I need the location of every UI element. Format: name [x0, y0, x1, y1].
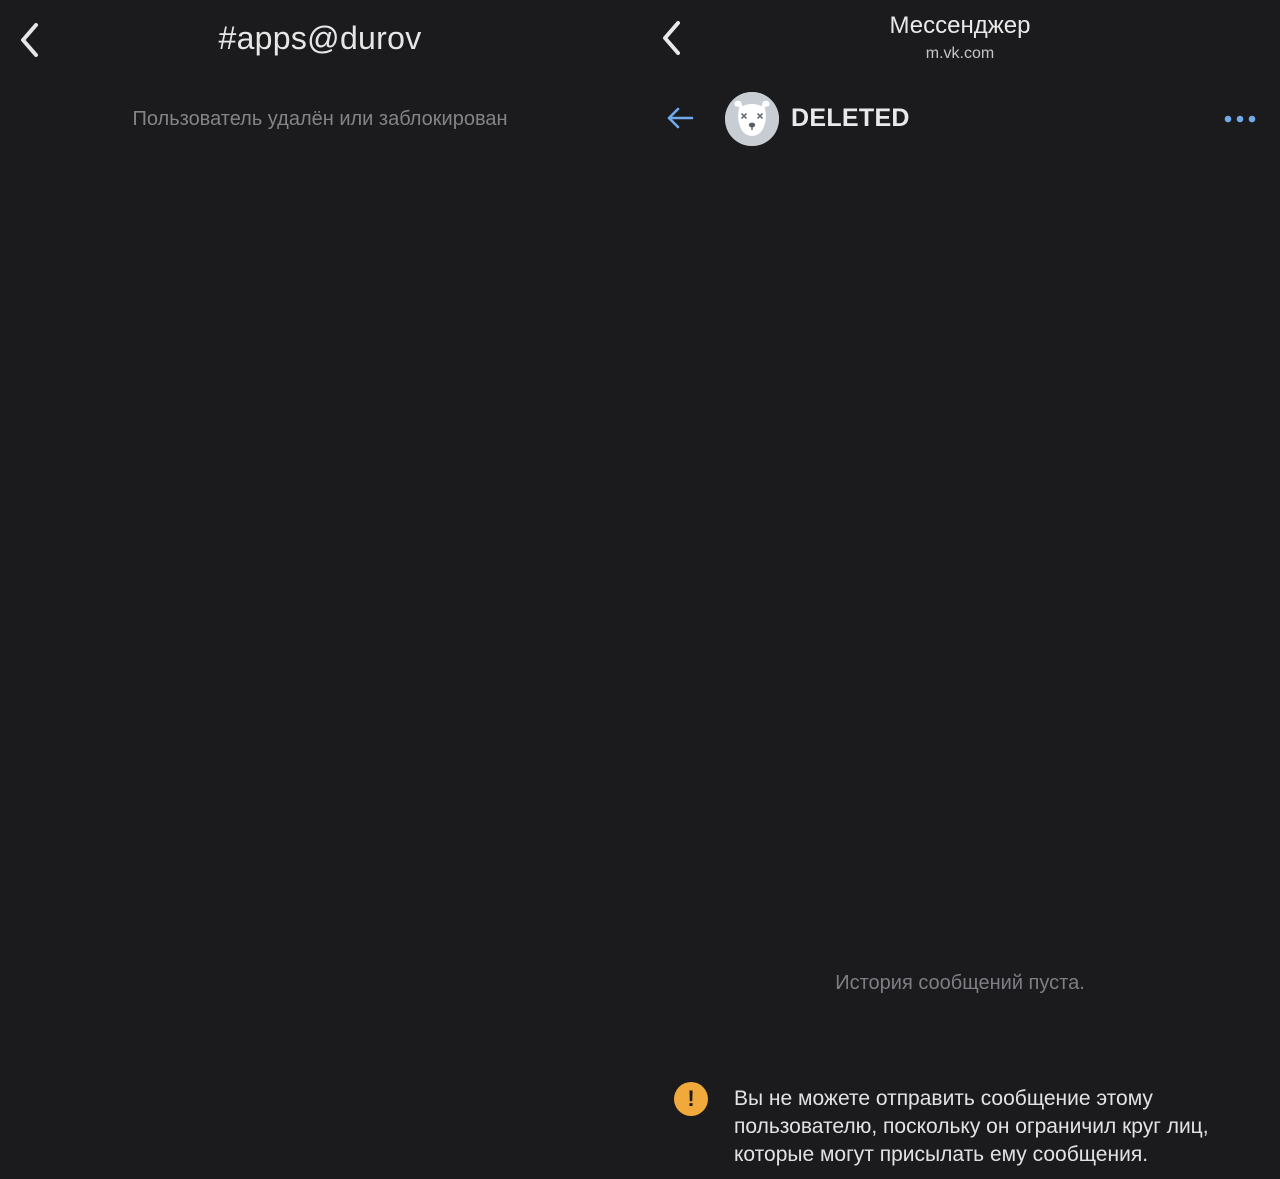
browser-back-button[interactable] — [652, 16, 692, 60]
exclamation-icon: ! — [674, 1082, 708, 1116]
right-screen: Мессенджер m.vk.com DELETED История сооб… — [640, 0, 1280, 1179]
app-title: Мессенджер — [889, 12, 1031, 39]
page-title: #apps@durov — [218, 20, 422, 56]
empty-history-text: История сообщений пуста. — [835, 972, 1085, 994]
arrow-left-icon — [667, 107, 694, 129]
chevron-left-icon — [21, 23, 38, 57]
chat-user-name[interactable]: DELETED — [791, 104, 910, 133]
more-dots-icon — [1224, 115, 1256, 123]
left-screen: #apps@durov Пользователь удалён или забл… — [0, 0, 640, 1179]
warning-message: Вы не можете отправить сообщение этому п… — [734, 1087, 1209, 1166]
chat-back-button[interactable] — [660, 98, 700, 138]
app-url: m.vk.com — [925, 45, 995, 62]
chevron-left-icon — [663, 21, 680, 55]
deleted-dog-avatar-icon — [725, 92, 779, 146]
avatar[interactable] — [725, 92, 779, 146]
user-status-text: Пользователь удалён или заблокирован — [132, 108, 508, 130]
back-button[interactable] — [10, 18, 50, 62]
more-button[interactable] — [1215, 102, 1265, 136]
